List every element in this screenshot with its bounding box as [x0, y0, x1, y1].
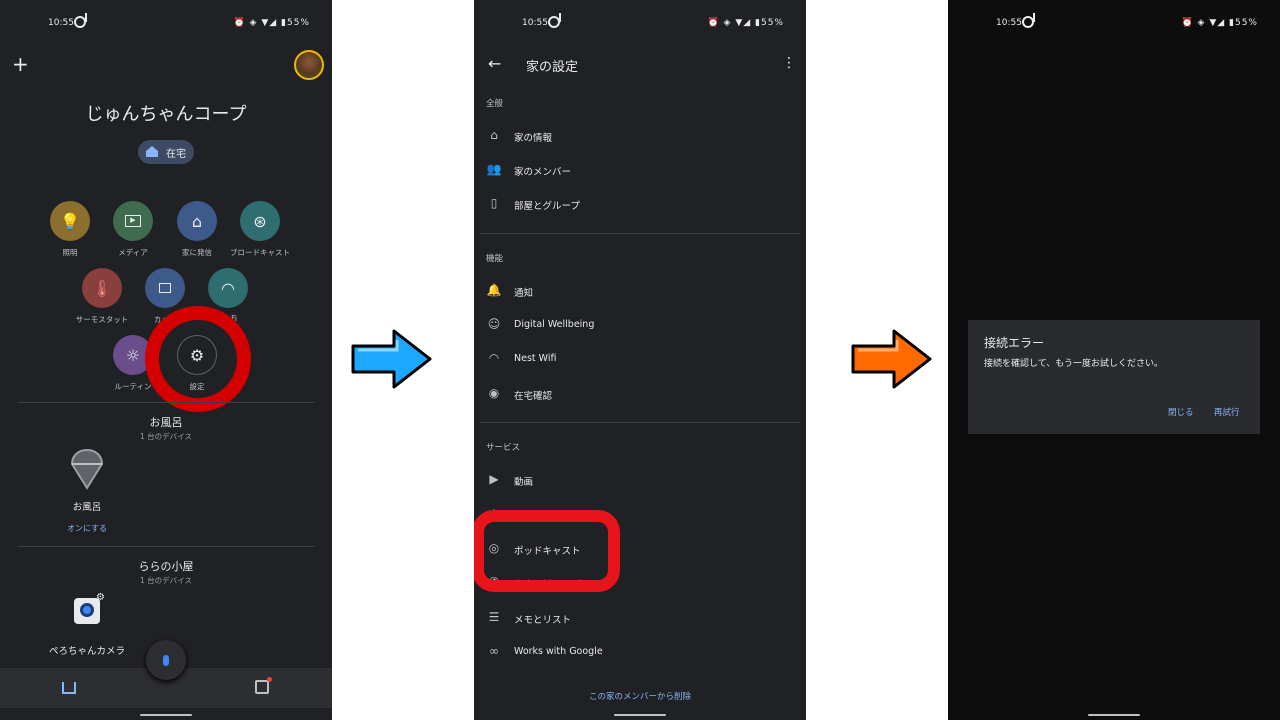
- gesture-bar: [140, 714, 192, 716]
- video-icon: ▶: [489, 472, 499, 486]
- feed-tab-icon[interactable]: [255, 677, 272, 694]
- battery-percent: 55%: [286, 18, 310, 28]
- settings-item-works-with-google[interactable]: ∞ Works with Google: [474, 638, 806, 666]
- close-button[interactable]: 閉じる: [1168, 406, 1194, 418]
- lightbulb-icon[interactable]: 💡: [50, 201, 90, 241]
- settings-item-rooms[interactable]: ▯ 部屋とグループ: [474, 190, 806, 218]
- more-options-icon[interactable]: ⋮: [782, 55, 796, 71]
- status-bar: 10:55 ⏰ ◈ ▼◢ ▮55%: [0, 13, 332, 32]
- wifi-icon: ◠: [488, 351, 500, 365]
- media-icon[interactable]: ▶: [113, 201, 153, 241]
- settings-item-home-info[interactable]: ⌂ 家の情報: [474, 122, 806, 150]
- turn-on-link[interactable]: オンにする: [52, 523, 122, 534]
- battery-percent: 55%: [760, 18, 784, 28]
- arrow-right-icon: [351, 329, 432, 389]
- status-icons: ⏰ ◈ ▼◢ ▮55%: [707, 18, 784, 28]
- divider: [18, 546, 315, 547]
- google-home-screen: 10:55 ⏰ ◈ ▼◢ ▮55% + じゅんちゃんコープ 在宅 💡 照明 ▶ …: [0, 0, 332, 720]
- door-icon: ▯: [490, 196, 498, 210]
- mic-icon: [163, 654, 169, 666]
- battery-percent: 55%: [1234, 18, 1258, 28]
- camera-settings-icon: ⚙: [96, 592, 105, 603]
- status-time: 10:55: [48, 18, 74, 28]
- home-icon: ⌂: [490, 128, 498, 142]
- carrier-icon: [1022, 13, 1035, 28]
- settings-item-video[interactable]: ▶ 動画: [474, 466, 806, 494]
- call-home-icon[interactable]: ⌂: [177, 201, 217, 241]
- divider: [480, 233, 800, 234]
- dialog-title: 接続エラー: [984, 336, 1045, 350]
- presence-label: 在宅: [166, 149, 186, 160]
- gesture-bar: [614, 714, 666, 716]
- error-screen: 10:55 ⏰ ◈ ▼◢ ▮55% 接続エラー 接続を確認して、もう一度お試しく…: [948, 0, 1280, 720]
- link-icon: ∞: [489, 644, 499, 658]
- people-icon: 👥: [486, 162, 502, 176]
- settings-item-presence[interactable]: ◉ 在宅確認: [474, 380, 806, 408]
- room-title: お風呂: [149, 416, 183, 429]
- device-name: ぺろちゃんカメラ: [48, 646, 125, 657]
- action-label: ブロードキャスト: [230, 248, 290, 257]
- arrow-right-icon: [851, 329, 932, 389]
- settings-item-wellbeing[interactable]: ☺ Digital Wellbeing: [474, 311, 806, 339]
- leave-home-link[interactable]: この家のメンバーから削除: [474, 690, 806, 702]
- section-header-services: サービス: [486, 443, 521, 453]
- home-icon: [146, 146, 158, 157]
- error-dialog: 接続エラー 接続を確認して、もう一度お試しください。 閉じる 再試行: [968, 320, 1260, 434]
- presence-chip[interactable]: 在宅: [138, 140, 194, 164]
- device-name: お風呂: [72, 502, 102, 513]
- wellbeing-icon: ☺: [487, 317, 501, 331]
- room-title: ららの小屋: [138, 560, 194, 573]
- back-arrow-icon[interactable]: ←: [488, 54, 501, 73]
- settings-item-nest-wifi[interactable]: ◠ Nest Wifi: [474, 345, 806, 373]
- home-settings-screen: 10:55 ⏰ ◈ ▼◢ ▮55% ← 家の設定 ⋮ 全般 ⌂ 家の情報 👥 家のメ…: [474, 0, 806, 720]
- section-header-features: 機能: [486, 254, 504, 264]
- mic-button[interactable]: [146, 640, 186, 680]
- carrier-icon: [74, 13, 87, 28]
- broadcast-icon[interactable]: ⊛: [240, 201, 280, 241]
- home-title: じゅんちゃんコープ: [85, 104, 247, 125]
- gesture-bar: [1088, 714, 1140, 716]
- home-tab-icon[interactable]: [62, 682, 76, 694]
- status-time: 10:55: [522, 18, 548, 28]
- light-device-icon[interactable]: [70, 448, 104, 490]
- status-icons: ⏰ ◈ ▼◢ ▮55%: [233, 18, 310, 28]
- divider: [18, 402, 315, 403]
- room-device-count: 1 台のデバイス: [140, 432, 192, 441]
- settings-item-members[interactable]: 👥 家のメンバー: [474, 156, 806, 184]
- podcast-highlight-box: [474, 510, 620, 592]
- dialog-message: 接続を確認して、もう一度お試しください。: [984, 359, 1164, 369]
- list-icon: ☰: [488, 610, 500, 624]
- status-bar: 10:55 ⏰ ◈ ▼◢ ▮55%: [948, 13, 1280, 32]
- avatar[interactable]: [294, 50, 324, 80]
- status-icons: ⏰ ◈ ▼◢ ▮55%: [1181, 18, 1258, 28]
- retry-button[interactable]: 再試行: [1214, 406, 1240, 418]
- thermometer-icon[interactable]: 🌡: [82, 268, 122, 308]
- settings-item-notifications[interactable]: 🔔 通知: [474, 277, 806, 305]
- status-bar: 10:55 ⏰ ◈ ▼◢ ▮55%: [474, 13, 806, 32]
- page-title: 家の設定: [526, 60, 579, 75]
- status-time: 10:55: [996, 18, 1022, 28]
- section-header-general: 全般: [486, 99, 504, 109]
- add-icon[interactable]: +: [12, 52, 29, 76]
- carrier-icon: [548, 13, 561, 28]
- bell-icon: 🔔: [486, 283, 502, 297]
- settings-item-notes[interactable]: ☰ メモとリスト: [474, 604, 806, 632]
- camera-icon[interactable]: [145, 268, 185, 308]
- settings-highlight-ring: [145, 306, 251, 412]
- wifi-icon[interactable]: ◠: [208, 268, 248, 308]
- room-device-count: 1 台のデバイス: [140, 576, 192, 585]
- location-pin-icon: ◉: [488, 386, 500, 400]
- divider: [480, 422, 800, 423]
